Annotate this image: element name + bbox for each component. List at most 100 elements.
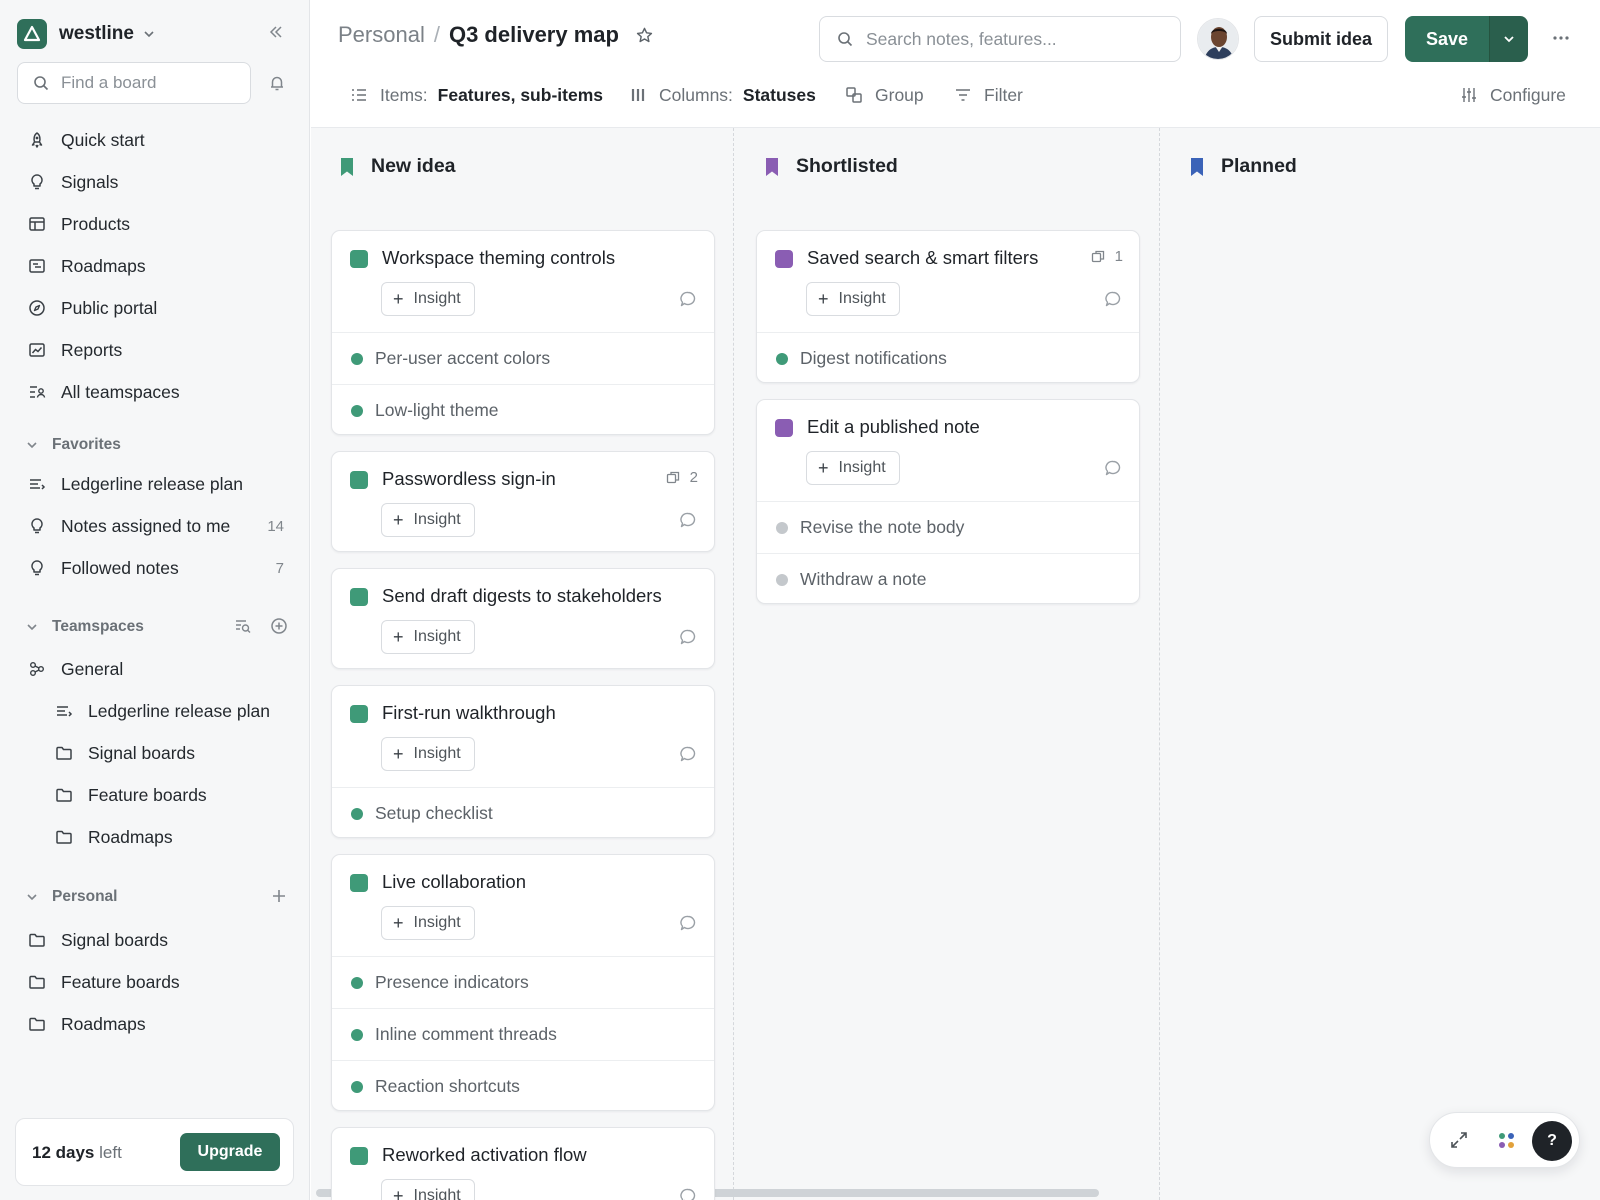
linked-items-count[interactable]: 1 [1091, 248, 1123, 265]
sub-item-row[interactable]: Presence indicators [332, 956, 714, 1008]
add-insight-button[interactable]: + Insight [381, 906, 475, 940]
add-personal-icon[interactable] [270, 887, 288, 905]
nav-all-teamspaces[interactable]: All teamspaces [26, 376, 296, 408]
group-button[interactable]: Group [845, 80, 924, 110]
search-field[interactable] [819, 16, 1181, 62]
sub-item-row[interactable]: Inline comment threads [332, 1008, 714, 1060]
breadcrumb-parent[interactable]: Personal [338, 22, 425, 48]
favorites-section-toggle[interactable]: Favorites [26, 431, 288, 459]
expand-icon[interactable] [1449, 1130, 1469, 1150]
feature-card[interactable]: Saved search & smart filters 1 + Insight Dig… [756, 230, 1140, 383]
comment-icon[interactable] [1104, 290, 1122, 308]
items-selector[interactable]: Items: Features, sub-items [350, 80, 603, 110]
comment-icon[interactable] [679, 1187, 697, 1200]
card-title[interactable]: Passwordless sign-in [382, 468, 556, 490]
comment-icon[interactable] [679, 511, 697, 529]
card-title[interactable]: Reworked activation flow [382, 1144, 587, 1166]
add-insight-button[interactable]: + Insight [381, 620, 475, 654]
feature-card[interactable]: Send draft digests to stakeholders + Insig… [331, 568, 715, 669]
nav-public-portal[interactable]: Public portal [26, 292, 296, 324]
search-input[interactable] [866, 28, 1156, 50]
feature-card[interactable]: Workspace theming controls + Insight Per-us… [331, 230, 715, 435]
comment-icon[interactable] [679, 914, 697, 932]
card-title[interactable]: Saved search & smart filters [807, 247, 1038, 269]
configure-label: Configure [1490, 84, 1566, 105]
add-insight-button[interactable]: + Insight [381, 1179, 475, 1200]
apps-icon[interactable] [1496, 1130, 1518, 1152]
save-options-button[interactable] [1489, 16, 1528, 62]
comment-icon[interactable] [679, 745, 697, 763]
favorite-ledgerline-release-plan[interactable]: Ledgerline release plan [26, 468, 296, 500]
card-title[interactable]: Workspace theming controls [382, 247, 615, 269]
linked-items-count[interactable]: 2 [666, 469, 698, 486]
workspace-switcher[interactable]: westline [17, 18, 155, 50]
add-insight-button[interactable]: + Insight [806, 282, 900, 316]
help-button[interactable]: ? [1532, 1121, 1572, 1161]
add-insight-button[interactable]: + Insight [381, 737, 475, 771]
teamspace-ledgerline-release-plan[interactable]: Ledgerline release plan [53, 695, 296, 727]
browse-teamspaces-icon[interactable] [234, 617, 252, 635]
teamspaces-section-toggle[interactable]: Teamspaces [26, 613, 288, 641]
collapse-sidebar-icon[interactable] [268, 24, 284, 40]
card-title[interactable]: Edit a published note [807, 416, 980, 438]
teamspace-roadmaps[interactable]: Roadmaps [53, 821, 296, 853]
comment-icon[interactable] [679, 290, 697, 308]
submit-idea-button[interactable]: Submit idea [1254, 16, 1388, 62]
plus-icon: + [393, 627, 404, 647]
sub-item-row[interactable]: Low-light theme [332, 384, 714, 434]
sub-item-row[interactable]: Setup checklist [332, 787, 714, 837]
add-insight-button[interactable]: + Insight [806, 451, 900, 485]
feature-card[interactable]: Passwordless sign-in 2 + Insight [331, 451, 715, 552]
teamspace-general[interactable]: General [26, 653, 296, 685]
personal-roadmaps[interactable]: Roadmaps [26, 1008, 296, 1040]
status-dot [351, 405, 363, 417]
add-teamspace-icon[interactable] [270, 617, 288, 635]
personal-feature-boards[interactable]: Feature boards [26, 966, 296, 998]
sub-item-row[interactable]: Digest notifications [757, 332, 1139, 382]
bell-icon[interactable] [268, 74, 286, 92]
products-icon [26, 215, 48, 233]
comment-icon[interactable] [679, 628, 697, 646]
teamspace-signal-boards[interactable]: Signal boards [53, 737, 296, 769]
lightbulb-icon [26, 173, 48, 191]
teamspace-feature-boards[interactable]: Feature boards [53, 779, 296, 811]
card-title[interactable]: First-run walkthrough [382, 702, 556, 724]
favorite-followed-notes[interactable]: Followed notes 7 [26, 552, 296, 584]
sub-item-row[interactable]: Reaction shortcuts [332, 1060, 714, 1110]
sub-item-row[interactable]: Revise the note body [757, 501, 1139, 553]
configure-button[interactable]: Configure [1460, 80, 1566, 110]
card-title[interactable]: Send draft digests to stakeholders [382, 585, 662, 607]
add-insight-button[interactable]: + Insight [381, 282, 475, 316]
feature-card[interactable]: Edit a published note + Insight Revise the … [756, 399, 1140, 604]
save-button[interactable]: Save [1405, 16, 1489, 62]
upgrade-button[interactable]: Upgrade [180, 1133, 280, 1171]
filter-button[interactable]: Filter [954, 80, 1023, 110]
more-options-icon[interactable] [1551, 28, 1571, 48]
feature-card[interactable]: Live collaboration + Insight Presence indic… [331, 854, 715, 1111]
status-square [775, 419, 793, 437]
feature-card[interactable]: Reworked activation flow + Insight [331, 1127, 715, 1200]
nav-signals[interactable]: Signals [26, 166, 296, 198]
sub-item-row[interactable]: Withdraw a note [757, 553, 1139, 603]
chevron-down-icon [143, 28, 155, 40]
columns-selector[interactable]: Columns: Statuses [629, 80, 816, 110]
favorite-notes-assigned[interactable]: Notes assigned to me 14 [26, 510, 296, 542]
card-title[interactable]: Live collaboration [382, 871, 526, 893]
nav-quick-start[interactable]: Quick start [26, 124, 296, 156]
teamspace-name: General [61, 658, 124, 679]
comment-icon[interactable] [1104, 459, 1122, 477]
page-title[interactable]: Q3 delivery map [449, 22, 619, 48]
personal-section-toggle[interactable]: Personal [26, 883, 288, 911]
sub-item-row[interactable]: Per-user accent colors [332, 332, 714, 384]
feature-card[interactable]: First-run walkthrough + Insight Setup check… [331, 685, 715, 838]
star-icon[interactable] [635, 26, 654, 45]
nav-reports[interactable]: Reports [26, 334, 296, 366]
nav-products[interactable]: Products [26, 208, 296, 240]
nav-roadmaps[interactable]: Roadmaps [26, 250, 296, 282]
find-board-field[interactable] [17, 62, 251, 104]
add-insight-button[interactable]: + Insight [381, 503, 475, 537]
chevron-down-icon [26, 621, 42, 633]
personal-signal-boards[interactable]: Signal boards [26, 924, 296, 956]
avatar[interactable] [1197, 18, 1239, 60]
find-board-input[interactable] [61, 73, 231, 93]
